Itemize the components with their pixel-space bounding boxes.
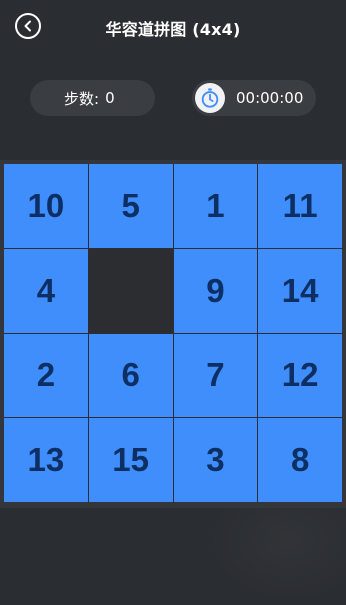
puzzle-grid: 10 5 1 11 4 9 14 2 6 7 12 13 15 3 8 (4, 164, 342, 502)
empty-slot (88, 248, 173, 333)
header: 华容道拼图 (4x4) (0, 0, 346, 52)
puzzle-tile[interactable]: 12 (258, 333, 342, 418)
puzzle-tile[interactable]: 11 (258, 164, 342, 248)
puzzle-tile[interactable]: 5 (88, 164, 173, 248)
puzzle-tile[interactable]: 1 (173, 164, 258, 248)
puzzle-tile[interactable]: 7 (173, 333, 258, 418)
puzzle-board: 10 5 1 11 4 9 14 2 6 7 12 13 15 3 8 (0, 160, 346, 508)
puzzle-tile[interactable]: 6 (88, 333, 173, 418)
puzzle-tile[interactable]: 15 (88, 418, 173, 502)
steps-label: 步数: (64, 89, 100, 108)
puzzle-tile[interactable]: 8 (258, 418, 342, 502)
puzzle-tile[interactable]: 2 (4, 333, 88, 418)
puzzle-tile[interactable]: 13 (4, 418, 88, 502)
puzzle-tile[interactable]: 4 (4, 248, 88, 333)
puzzle-tile[interactable]: 3 (173, 418, 258, 502)
steps-counter: 步数: 0 (30, 80, 155, 116)
steps-value: 0 (105, 89, 115, 107)
timer-value: 00:00:00 (236, 89, 304, 107)
stopwatch-icon (195, 83, 225, 113)
puzzle-tile[interactable]: 9 (173, 248, 258, 333)
puzzle-tile[interactable]: 10 (4, 164, 88, 248)
puzzle-tile[interactable]: 14 (258, 248, 342, 333)
timer: 00:00:00 (192, 80, 316, 116)
page-title: 华容道拼图 (4x4) (105, 20, 241, 39)
